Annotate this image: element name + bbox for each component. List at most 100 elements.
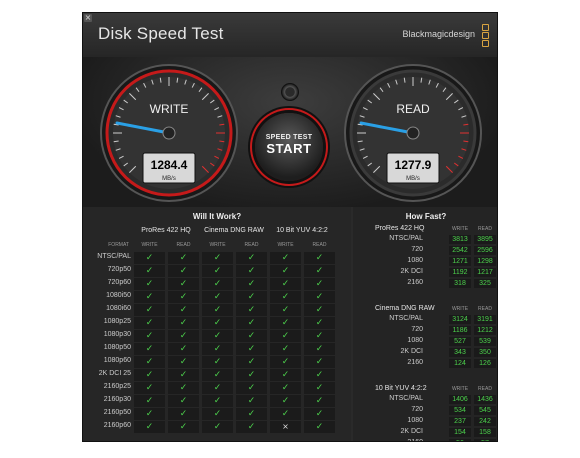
speed-row-label: 720 [411, 246, 423, 253]
check-icon: ✓ [134, 382, 165, 394]
codec-header: Cinema DNG RAW [204, 227, 264, 234]
speed-row: 2160 318 325 [353, 279, 497, 289]
speed-row: NTSC/PAL 3813 3895 [353, 235, 497, 245]
check-icon: ✓ [168, 291, 199, 303]
read-speed-value: 1298 [474, 257, 496, 266]
start-button-label: START [266, 141, 312, 156]
speed-row: 2K DCI 343 350 [353, 348, 497, 358]
speed-row: 720 534 545 [353, 406, 497, 416]
check-icon: ✓ [134, 265, 165, 277]
check-icon: ✓ [134, 343, 165, 355]
speed-row: 1080 527 539 [353, 337, 497, 347]
check-icon: ✓ [236, 356, 267, 368]
check-icon: ✓ [304, 291, 335, 303]
speed-row-label: 2K DCI [400, 268, 423, 275]
check-icon: ✓ [304, 343, 335, 355]
format-row: 1080i50 ✓ ✓ ✓ ✓ ✓ ✓ [83, 291, 351, 304]
speed-row-label: 2K DCI [400, 348, 423, 355]
write-gauge: WRITE 1284.4 MB/s [100, 64, 238, 202]
speed-row: 1080 1271 1298 [353, 257, 497, 267]
read-speed-value: 3191 [474, 315, 496, 324]
write-speed-value: 318 [449, 279, 471, 288]
settings-knob[interactable] [281, 83, 299, 101]
format-row: 2160p30 ✓ ✓ ✓ ✓ ✓ ✓ [83, 395, 351, 408]
check-icon: ✓ [134, 317, 165, 329]
check-icon: ✓ [202, 304, 233, 316]
check-icon: ✓ [134, 278, 165, 290]
cross-icon: × [270, 421, 301, 433]
format-column-header: FORMAT [108, 242, 129, 248]
check-icon: ✓ [236, 278, 267, 290]
write-speed-value: 124 [449, 359, 471, 368]
check-icon: ✓ [202, 317, 233, 329]
check-icon: ✓ [304, 356, 335, 368]
check-icon: ✓ [134, 330, 165, 342]
speed-row: NTSC/PAL 1406 1436 [353, 395, 497, 405]
speed-row-label: NTSC/PAL [389, 315, 423, 322]
write-column-header: WRITE [451, 386, 469, 392]
speed-row-label: 720 [411, 406, 423, 413]
write-speed-value: 1186 [449, 326, 471, 335]
check-icon: ✓ [270, 330, 301, 342]
check-icon: ✓ [304, 395, 335, 407]
check-icon: ✓ [168, 408, 199, 420]
write-speed-value: 3813 [449, 235, 471, 244]
check-icon: ✓ [270, 408, 301, 420]
check-icon: ✓ [134, 252, 165, 264]
will-it-work-panel: Will It Work? FORMAT ProRes 422 HQ Cinem… [83, 207, 351, 441]
read-gauge-label: READ [396, 102, 430, 116]
speed-row: 2K DCI 154 158 [353, 428, 497, 438]
format-row: 1080p50 ✓ ✓ ✓ ✓ ✓ ✓ [83, 343, 351, 356]
check-icon: ✓ [134, 395, 165, 407]
speed-row-label: NTSC/PAL [389, 235, 423, 242]
write-column-header: WRITE [277, 242, 294, 248]
read-gauge: READ 1277.9 MB/s [344, 64, 482, 202]
write-value: 1284.4 [151, 158, 188, 172]
read-speed-value: 325 [474, 279, 496, 288]
format-label: 2160p25 [103, 383, 131, 390]
check-icon: ✓ [202, 382, 233, 394]
speed-row-label: 2K DCI [400, 428, 423, 435]
format-row: 1080i60 ✓ ✓ ✓ ✓ ✓ ✓ [83, 304, 351, 317]
read-column-header: READ [176, 242, 191, 248]
check-icon: ✓ [270, 356, 301, 368]
write-unit: MB/s [162, 176, 176, 182]
read-speed-value: 2596 [474, 246, 496, 255]
speed-row: 2160 5657 [353, 439, 497, 441]
speed-row-label: 1080 [407, 337, 423, 344]
check-icon: ✓ [304, 265, 335, 277]
check-icon: ✓ [202, 408, 233, 420]
write-column-header: WRITE [209, 242, 226, 248]
format-row: 720p60 ✓ ✓ ✓ ✓ ✓ ✓ [83, 278, 351, 291]
check-icon: ✓ [168, 369, 199, 381]
start-button-caption: SPEED TEST [265, 134, 313, 141]
check-icon: ✓ [304, 252, 335, 264]
check-icon: ✓ [270, 395, 301, 407]
check-icon: ✓ [236, 317, 267, 329]
speed-row: NTSC/PAL 3124 3191 [353, 315, 497, 325]
speed-row-label: 720 [411, 326, 423, 333]
format-row: 1080p30 ✓ ✓ ✓ ✓ ✓ ✓ [83, 330, 351, 343]
start-test-button[interactable]: SPEED TEST START [255, 113, 323, 181]
close-button[interactable]: × [84, 14, 92, 22]
speed-row-label: 2160 [407, 439, 423, 441]
check-icon: ✓ [134, 408, 165, 420]
speed-row: 720 1186 1212 [353, 326, 497, 336]
read-speed-value: 57 [474, 439, 496, 441]
read-speed-value: 126 [474, 359, 496, 368]
check-icon: ✓ [236, 343, 267, 355]
check-icon: ✓ [304, 330, 335, 342]
format-row: 2160p50 ✓ ✓ ✓ ✓ ✓ ✓ [83, 408, 351, 421]
check-icon: ✓ [202, 395, 233, 407]
check-icon: ✓ [236, 304, 267, 316]
check-icon: ✓ [236, 421, 267, 433]
format-row: NTSC/PAL ✓ ✓ ✓ ✓ ✓ ✓ [83, 252, 351, 265]
format-label: NTSC/PAL [97, 253, 131, 260]
check-icon: ✓ [236, 395, 267, 407]
speed-row: 2K DCI 1192 1217 [353, 268, 497, 278]
speed-row-label: 1080 [407, 257, 423, 264]
check-icon: ✓ [168, 304, 199, 316]
format-row: 2160p25 ✓ ✓ ✓ ✓ ✓ ✓ [83, 382, 351, 395]
check-icon: ✓ [270, 317, 301, 329]
write-speed-value: 1406 [449, 395, 471, 404]
